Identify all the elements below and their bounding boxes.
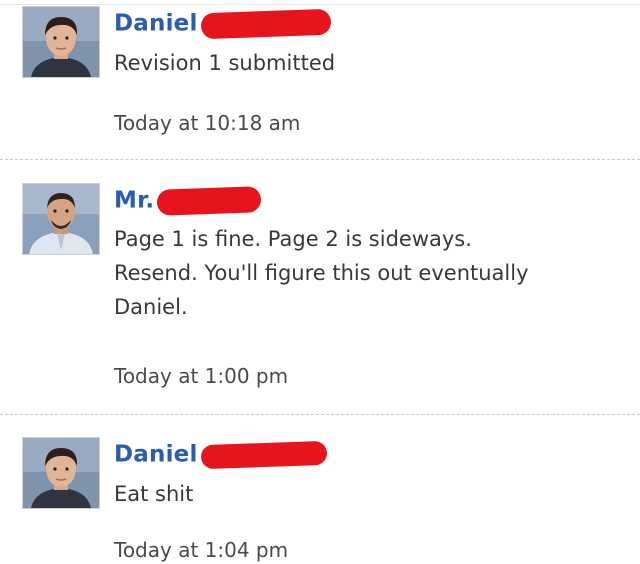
comment-timestamp: Today at 1:00 pm xyxy=(114,364,289,388)
comment-text-line: Eat shit xyxy=(114,482,194,506)
student-avatar-icon[interactable] xyxy=(22,6,100,78)
comment-separator xyxy=(0,159,640,160)
author-name[interactable]: Mr. xyxy=(114,188,154,214)
comment-text-line: Page 1 is fine. Page 2 is sideways. xyxy=(114,227,472,251)
comment-timestamp: Today at 10:18 am xyxy=(114,111,301,135)
comment-text: Eat shit xyxy=(114,477,614,511)
redaction-mark xyxy=(156,185,262,216)
comment-text: Page 1 is fine. Page 2 is sideways. Rese… xyxy=(114,222,614,324)
comment-text-line: Daniel. xyxy=(114,295,188,319)
redaction-mark xyxy=(200,8,331,39)
comment-author[interactable]: Daniel xyxy=(114,8,331,39)
author-name[interactable]: Daniel xyxy=(114,11,198,37)
comment-feed: Daniel Revision 1 submitted Today at 10:… xyxy=(0,0,640,564)
comment-text-line: Revision 1 submitted xyxy=(114,51,336,75)
redaction-mark xyxy=(200,440,327,469)
comment-text: Revision 1 submitted xyxy=(114,46,614,80)
comment-timestamp: Today at 1:04 pm xyxy=(114,538,289,562)
comment-author[interactable]: Daniel xyxy=(114,440,327,469)
comment-text-line: Resend. You'll figure this out eventuall… xyxy=(114,261,529,285)
top-divider xyxy=(0,4,640,5)
comment-author[interactable]: Mr. xyxy=(114,185,262,216)
author-name[interactable]: Daniel xyxy=(114,442,198,468)
student-avatar-icon[interactable] xyxy=(22,437,100,509)
comment-separator xyxy=(0,414,640,415)
teacher-avatar-icon[interactable] xyxy=(22,183,100,255)
